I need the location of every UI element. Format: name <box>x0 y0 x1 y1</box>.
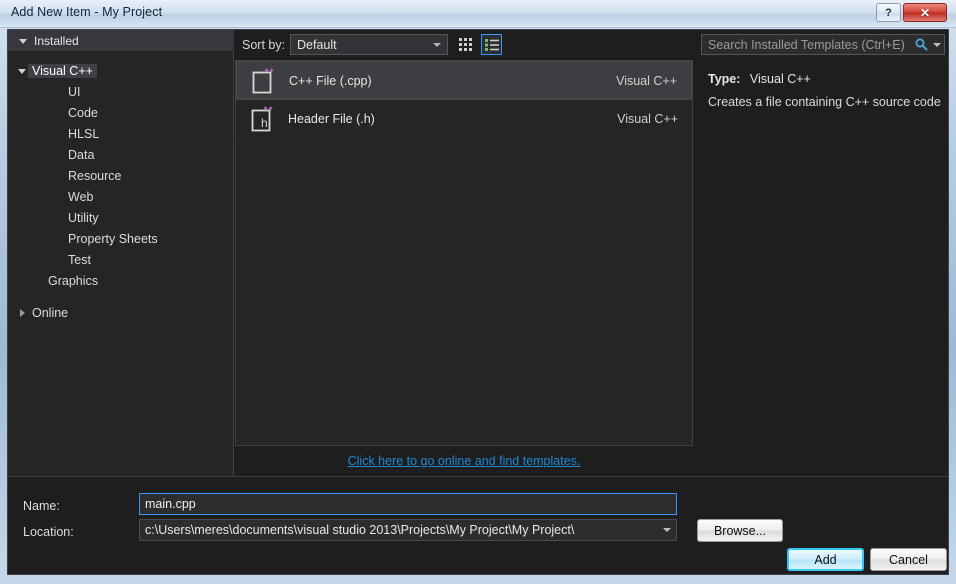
template-description: Creates a file containing C++ source cod… <box>708 95 941 109</box>
header-file-icon: h <box>250 105 276 133</box>
svg-text:h: h <box>261 116 268 130</box>
location-field[interactable] <box>139 519 677 541</box>
tree-item-label: Web <box>68 189 94 204</box>
tree-item-graphics[interactable]: Graphics <box>8 270 234 291</box>
tree-item-data[interactable]: Data <box>8 144 234 165</box>
online-templates-link[interactable]: Click here to go online and find templat… <box>235 454 693 468</box>
templates-tree-pane: Installed Visual C++ UI Code HLSL Data Resour… <box>8 30 234 476</box>
tree-item-visual-c-[interactable]: Visual C++ <box>8 60 234 81</box>
chevron-down-icon <box>19 39 27 44</box>
chevron-down-icon <box>433 43 441 47</box>
template-row[interactable]: C++ File (.cpp) Visual C++ <box>236 61 692 100</box>
template-type-value: Visual C++ <box>749 72 811 86</box>
name-field[interactable] <box>139 493 677 515</box>
chevron-right-icon <box>16 308 28 317</box>
tree-item-label: Resource <box>68 168 122 183</box>
grid-view-button[interactable] <box>455 34 476 55</box>
sort-by-label: Sort by: <box>242 38 286 52</box>
search-box[interactable] <box>701 34 945 55</box>
template-name: C++ File (.cpp) <box>289 73 372 88</box>
tree-item-label: UI <box>68 84 81 99</box>
cpp-file-icon <box>251 67 277 95</box>
sort-by-value: Default <box>297 37 337 52</box>
template-info-pane: Type: Visual C++ Creates a file containi… <box>698 60 948 446</box>
tree-item-label: Property Sheets <box>68 231 158 246</box>
tree-item-web[interactable]: Web <box>8 186 234 207</box>
tree-item-label: Data <box>68 147 95 162</box>
tree-item-label: Test <box>68 252 91 267</box>
search-input[interactable] <box>702 37 912 52</box>
template-type-label: Type: <box>708 72 741 86</box>
tree-item-hlsl[interactable]: HLSL <box>8 123 234 144</box>
tree-item-utility[interactable]: Utility <box>8 207 234 228</box>
tree-item-label: Online <box>32 305 69 320</box>
help-button[interactable]: ? <box>876 3 901 22</box>
chevron-down-icon <box>16 68 28 74</box>
template-name: Header File (.h) <box>288 112 375 126</box>
sort-by-dropdown[interactable]: Default <box>290 34 448 55</box>
tree-item-label: Graphics <box>48 273 99 288</box>
divider <box>8 476 948 477</box>
chevron-down-icon[interactable] <box>930 42 944 47</box>
window-title: Add New Item - My Project <box>11 5 163 19</box>
name-input[interactable] <box>140 497 676 511</box>
tree-item-label: HLSL <box>68 126 100 141</box>
browse-button[interactable]: Browse... <box>697 519 783 542</box>
list-view-button[interactable] <box>481 34 502 55</box>
tree-item-test[interactable]: Test <box>8 249 234 270</box>
template-type-line: Type: Visual C++ <box>708 72 811 86</box>
template-list[interactable]: C++ File (.cpp) Visual C++ h Header File (.… <box>235 60 693 446</box>
tree-item-online[interactable]: Online <box>8 302 234 323</box>
installed-header[interactable]: Installed <box>8 30 234 51</box>
search-icon <box>912 38 930 51</box>
cancel-button[interactable]: Cancel <box>870 548 947 571</box>
tree-item-ui[interactable]: UI <box>8 81 234 102</box>
tree-item-label: Visual C++ <box>28 63 97 78</box>
tree-item-resource[interactable]: Resource <box>8 165 234 186</box>
category-tree: Visual C++ UI Code HLSL Data Resource Web Utili… <box>8 60 234 323</box>
location-label: Location: <box>23 525 74 539</box>
location-input[interactable] <box>140 523 658 537</box>
tree-item-property-sheets[interactable]: Property Sheets <box>8 228 234 249</box>
tree-item-label: Code <box>68 105 98 120</box>
installed-label: Installed <box>34 33 79 48</box>
list-toolbar: Sort by: Default <box>235 30 693 60</box>
title-bar: Add New Item - My Project ? ✕ <box>0 0 956 28</box>
dialog-window: Add New Item - My Project ? ✕ Installed … <box>0 0 956 584</box>
grid-view-icon <box>459 38 472 51</box>
tree-item-label: Utility <box>68 210 99 225</box>
tree-item-code[interactable]: Code <box>8 102 234 123</box>
dialog-content: Installed Visual C++ UI Code HLSL Data Resour… <box>7 29 949 575</box>
chevron-down-icon[interactable] <box>658 528 676 532</box>
close-button[interactable]: ✕ <box>903 3 947 22</box>
template-row[interactable]: h Header File (.h) Visual C++ <box>236 100 692 139</box>
template-language: Visual C++ <box>616 73 677 88</box>
name-label: Name: <box>23 499 60 513</box>
add-button[interactable]: Add <box>787 548 864 571</box>
list-view-icon <box>484 38 499 51</box>
template-language: Visual C++ <box>617 112 678 126</box>
